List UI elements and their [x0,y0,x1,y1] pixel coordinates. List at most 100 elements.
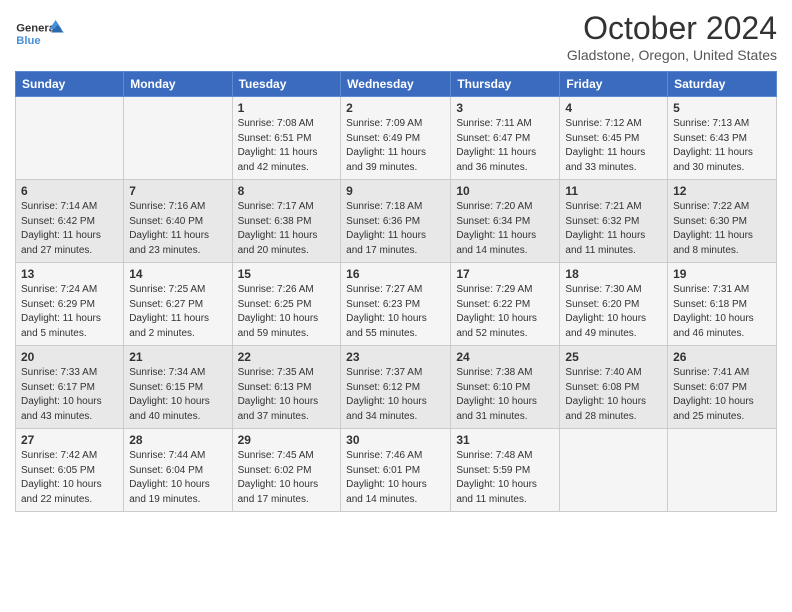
day-info: Sunrise: 7:46 AM Sunset: 6:01 PM Dayligh… [346,449,445,507]
day-number: 23 [346,350,445,364]
day-cell: 23 Sunrise: 7:37 AM Sunset: 6:12 PM Dayli… [341,346,451,429]
title-block: October 2024 Gladstone, Oregon, United S… [567,10,777,63]
day-number: 7 [129,184,226,198]
weekday-header-wednesday: Wednesday [341,72,451,97]
day-number: 10 [456,184,554,198]
week-row-1: 1 Sunrise: 7:08 AM Sunset: 6:51 PM Daylig… [16,97,777,180]
day-number: 5 [673,101,771,115]
calendar-table: SundayMondayTuesdayWednesdayThursdayFrid… [15,71,777,512]
day-info: Sunrise: 7:35 AM Sunset: 6:13 PM Dayligh… [238,366,336,424]
day-cell: 13Sunrise: 7:24 AM Sunset: 6:29 PM Dayli… [16,263,124,346]
day-info: Sunrise: 7:17 AM Sunset: 6:38 PM Dayligh… [238,200,336,258]
day-info: Sunrise: 7:25 AM Sunset: 6:27 PM Dayligh… [129,283,226,341]
day-info: Sunrise: 7:12 AM Sunset: 6:45 PM Dayligh… [565,117,662,175]
day-info: Sunrise: 7:31 AM Sunset: 6:18 PM Dayligh… [673,283,771,341]
day-info: Sunrise: 7:11 AM Sunset: 6:47 PM Dayligh… [456,117,554,175]
day-cell: 21 Sunrise: 7:34 AM Sunset: 6:15 PM Dayli… [124,346,232,429]
day-info: Sunrise: 7:41 AM Sunset: 6:07 PM Dayligh… [673,366,771,424]
day-info: Sunrise: 7:33 AM Sunset: 6:17 PM Dayligh… [21,366,118,424]
day-number: 30 [346,433,445,447]
day-cell: 26Sunrise: 7:41 AM Sunset: 6:07 PM Dayli… [668,346,777,429]
week-row-2: 6 Sunrise: 7:14 AM Sunset: 6:42 PM Daylig… [16,180,777,263]
day-info: Sunrise: 7:13 AM Sunset: 6:43 PM Dayligh… [673,117,771,175]
day-number: 6 [21,184,118,198]
page-header: General Blue October 2024 Gladstone, Ore… [15,10,777,63]
day-number: 13 [21,267,118,281]
day-number: 25 [565,350,662,364]
weekday-header-tuesday: Tuesday [232,72,341,97]
weekday-header-sunday: Sunday [16,72,124,97]
day-cell [16,97,124,180]
day-info: Sunrise: 7:37 AM Sunset: 6:12 PM Dayligh… [346,366,445,424]
day-cell: 6 Sunrise: 7:14 AM Sunset: 6:42 PM Daylig… [16,180,124,263]
day-cell: 27 Sunrise: 7:42 AM Sunset: 6:05 PM Dayli… [16,429,124,512]
day-number: 27 [21,433,118,447]
day-cell: 16Sunrise: 7:27 AM Sunset: 6:23 PM Dayli… [341,263,451,346]
day-info: Sunrise: 7:18 AM Sunset: 6:36 PM Dayligh… [346,200,445,258]
day-number: 29 [238,433,336,447]
day-info: Sunrise: 7:38 AM Sunset: 6:10 PM Dayligh… [456,366,554,424]
day-info: Sunrise: 7:26 AM Sunset: 6:25 PM Dayligh… [238,283,336,341]
day-cell: 25 Sunrise: 7:40 AM Sunset: 6:08 PM Dayli… [560,346,668,429]
day-number: 31 [456,433,554,447]
day-number: 2 [346,101,445,115]
day-cell: 29 Sunrise: 7:45 AM Sunset: 6:02 PM Dayli… [232,429,341,512]
day-number: 17 [456,267,554,281]
day-info: Sunrise: 7:44 AM Sunset: 6:04 PM Dayligh… [129,449,226,507]
day-number: 12 [673,184,771,198]
day-number: 4 [565,101,662,115]
day-number: 18 [565,267,662,281]
day-info: Sunrise: 7:45 AM Sunset: 6:02 PM Dayligh… [238,449,336,507]
day-number: 28 [129,433,226,447]
day-info: Sunrise: 7:14 AM Sunset: 6:42 PM Dayligh… [21,200,118,258]
logo: General Blue [15,10,65,55]
weekday-header-friday: Friday [560,72,668,97]
week-row-4: 20Sunrise: 7:33 AM Sunset: 6:17 PM Dayli… [16,346,777,429]
day-info: Sunrise: 7:09 AM Sunset: 6:49 PM Dayligh… [346,117,445,175]
day-info: Sunrise: 7:29 AM Sunset: 6:22 PM Dayligh… [456,283,554,341]
day-number: 14 [129,267,226,281]
day-cell: 22 Sunrise: 7:35 AM Sunset: 6:13 PM Dayli… [232,346,341,429]
day-cell: 14 Sunrise: 7:25 AM Sunset: 6:27 PM Dayli… [124,263,232,346]
day-info: Sunrise: 7:16 AM Sunset: 6:40 PM Dayligh… [129,200,226,258]
day-cell: 12Sunrise: 7:22 AM Sunset: 6:30 PM Dayli… [668,180,777,263]
day-info: Sunrise: 7:34 AM Sunset: 6:15 PM Dayligh… [129,366,226,424]
day-number: 19 [673,267,771,281]
day-cell: 7 Sunrise: 7:16 AM Sunset: 6:40 PM Daylig… [124,180,232,263]
day-info: Sunrise: 7:48 AM Sunset: 5:59 PM Dayligh… [456,449,554,507]
weekday-header-row: SundayMondayTuesdayWednesdayThursdayFrid… [16,72,777,97]
day-cell: 8Sunrise: 7:17 AM Sunset: 6:38 PM Daylig… [232,180,341,263]
day-cell: 3Sunrise: 7:11 AM Sunset: 6:47 PM Daylig… [451,97,560,180]
day-cell [668,429,777,512]
day-cell: 30 Sunrise: 7:46 AM Sunset: 6:01 PM Dayli… [341,429,451,512]
day-cell: 5 Sunrise: 7:13 AM Sunset: 6:43 PM Daylig… [668,97,777,180]
day-number: 22 [238,350,336,364]
day-info: Sunrise: 7:30 AM Sunset: 6:20 PM Dayligh… [565,283,662,341]
day-number: 1 [238,101,336,115]
day-info: Sunrise: 7:21 AM Sunset: 6:32 PM Dayligh… [565,200,662,258]
week-row-3: 13Sunrise: 7:24 AM Sunset: 6:29 PM Dayli… [16,263,777,346]
week-row-5: 27 Sunrise: 7:42 AM Sunset: 6:05 PM Dayli… [16,429,777,512]
day-cell: 18 Sunrise: 7:30 AM Sunset: 6:20 PM Dayli… [560,263,668,346]
weekday-header-thursday: Thursday [451,72,560,97]
day-cell: 24 Sunrise: 7:38 AM Sunset: 6:10 PM Dayli… [451,346,560,429]
day-cell: 9Sunrise: 7:18 AM Sunset: 6:36 PM Daylig… [341,180,451,263]
day-cell: 31 Sunrise: 7:48 AM Sunset: 5:59 PM Dayli… [451,429,560,512]
day-cell: 11Sunrise: 7:21 AM Sunset: 6:32 PM Dayli… [560,180,668,263]
day-number: 16 [346,267,445,281]
day-cell: 19 Sunrise: 7:31 AM Sunset: 6:18 PM Dayli… [668,263,777,346]
logo-icon: General Blue [15,10,65,55]
day-cell: 15 Sunrise: 7:26 AM Sunset: 6:25 PM Dayli… [232,263,341,346]
day-info: Sunrise: 7:42 AM Sunset: 6:05 PM Dayligh… [21,449,118,507]
day-cell [560,429,668,512]
day-info: Sunrise: 7:40 AM Sunset: 6:08 PM Dayligh… [565,366,662,424]
day-cell: 20Sunrise: 7:33 AM Sunset: 6:17 PM Dayli… [16,346,124,429]
day-info: Sunrise: 7:08 AM Sunset: 6:51 PM Dayligh… [238,117,336,175]
day-cell: 1 Sunrise: 7:08 AM Sunset: 6:51 PM Daylig… [232,97,341,180]
day-number: 21 [129,350,226,364]
day-cell: 2 Sunrise: 7:09 AM Sunset: 6:49 PM Daylig… [341,97,451,180]
day-number: 24 [456,350,554,364]
day-cell: 28 Sunrise: 7:44 AM Sunset: 6:04 PM Dayli… [124,429,232,512]
day-cell [124,97,232,180]
day-number: 15 [238,267,336,281]
